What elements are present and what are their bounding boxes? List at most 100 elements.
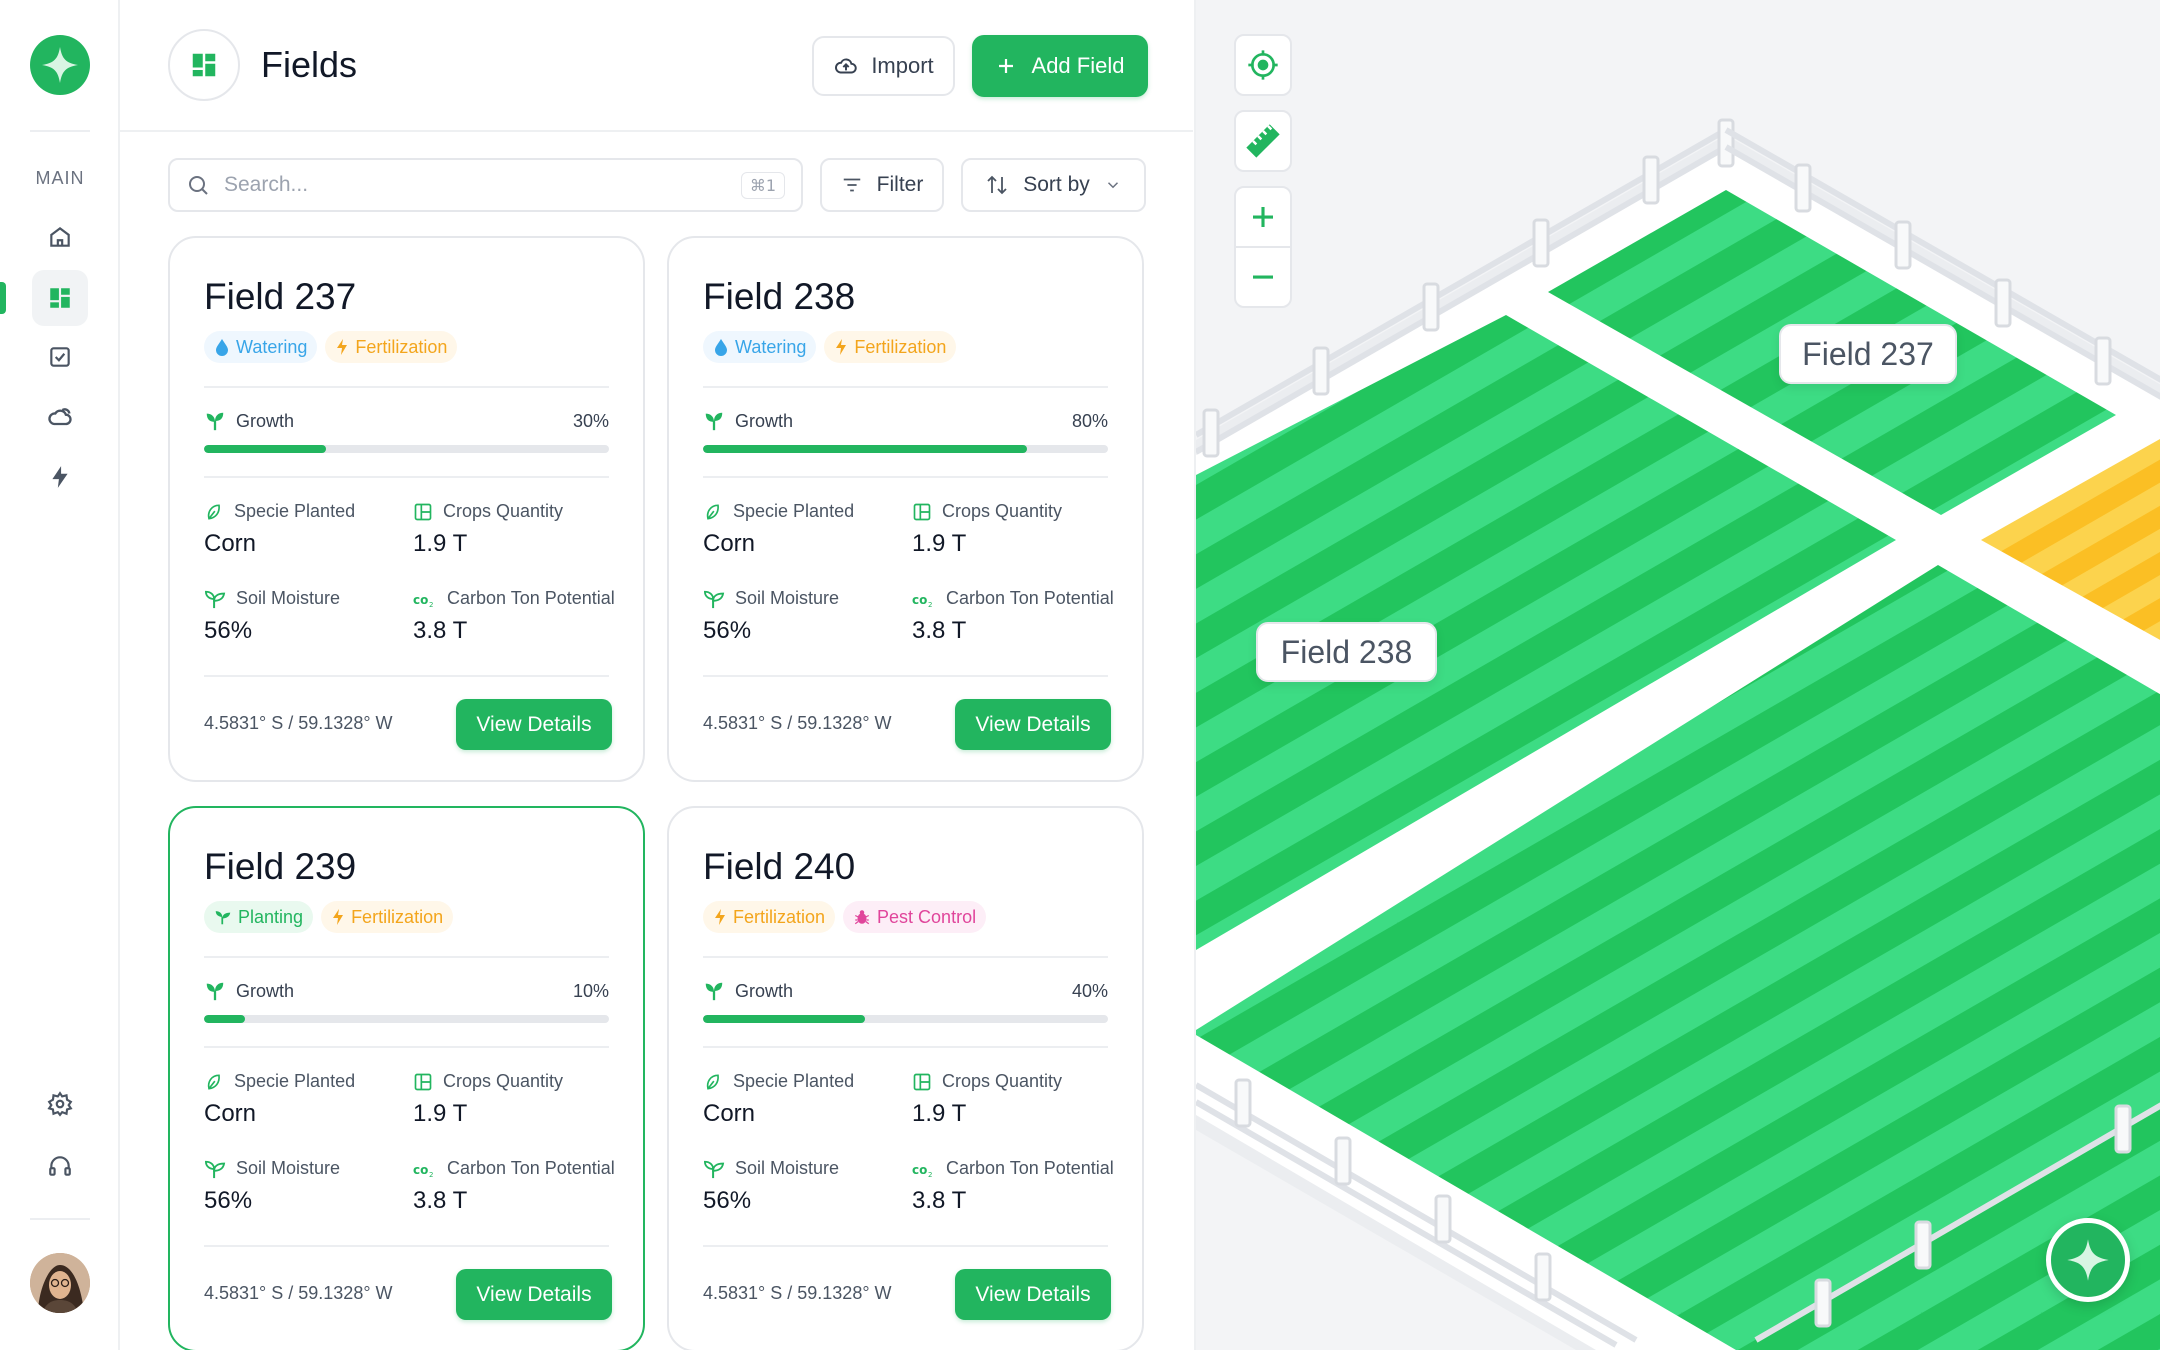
tag-label: Planting bbox=[238, 906, 304, 927]
growth-row: Growth 30% bbox=[204, 410, 609, 432]
co2-icon: co 2 bbox=[912, 1163, 932, 1179]
carbon-value: 3.8 T bbox=[912, 617, 967, 644]
tag-fertilization: Fertilization bbox=[703, 901, 836, 933]
seedling-icon bbox=[204, 590, 226, 608]
filter-icon bbox=[843, 178, 860, 192]
avatar-image bbox=[30, 1253, 90, 1313]
field-card-title: Field 240 bbox=[703, 846, 856, 887]
assistant-button[interactable] bbox=[2046, 1218, 2130, 1302]
sidebar-item-settings[interactable] bbox=[32, 1076, 88, 1132]
moisture-value: 56% bbox=[204, 1187, 253, 1214]
sparkle-logo-icon bbox=[42, 47, 78, 83]
view-details-button[interactable]: View Details bbox=[456, 1269, 612, 1320]
growth-progress-bar bbox=[703, 1015, 1108, 1023]
svg-text:2: 2 bbox=[928, 601, 932, 609]
seedling-icon bbox=[215, 911, 231, 925]
specie-label: Specie Planted bbox=[234, 1071, 356, 1091]
svg-text:co: co bbox=[912, 1163, 927, 1177]
specie-stat: Specie Planted Corn bbox=[204, 1071, 355, 1128]
map-label-field-237[interactable]: Field 237 bbox=[1779, 324, 1957, 384]
growth-label: Growth bbox=[735, 410, 794, 431]
weather-icon bbox=[48, 408, 72, 426]
carbon-stat: co 2 Carbon Ton Potential 3.8 T bbox=[413, 1158, 615, 1215]
add-field-button-label: Add Field bbox=[1031, 53, 1125, 78]
field-map[interactable]: Field 237 Field 238 bbox=[1194, 0, 2160, 1350]
sidebar-item-weather[interactable] bbox=[32, 389, 88, 445]
water-drop-icon bbox=[715, 339, 727, 356]
growth-label: Growth bbox=[236, 410, 295, 431]
specie-value: Corn bbox=[204, 1100, 257, 1127]
filter-button-label: Filter bbox=[876, 173, 924, 196]
card-divider bbox=[204, 1046, 609, 1048]
sidebar-item-tasks[interactable] bbox=[32, 329, 88, 385]
sidebar-item-energy[interactable] bbox=[32, 449, 88, 505]
sort-icon bbox=[987, 175, 1007, 195]
sidebar-item-support[interactable] bbox=[32, 1138, 88, 1194]
growth-label: Growth bbox=[735, 980, 794, 1001]
field-card-field-240[interactable]: Field 240 Fertilization Pest Control Grow… bbox=[667, 806, 1144, 1350]
chevron-down-icon bbox=[1107, 182, 1118, 189]
crops-stat: Crops Quantity 1.9 T bbox=[912, 1071, 1062, 1128]
carbon-stat: co 2 Carbon Ton Potential 3.8 T bbox=[912, 1158, 1114, 1215]
import-button[interactable]: Import bbox=[812, 36, 955, 96]
bug-icon bbox=[854, 910, 870, 925]
sidebar-divider bbox=[30, 1218, 90, 1220]
zoom-in-icon bbox=[1253, 207, 1273, 227]
co2-icon: co 2 bbox=[413, 1163, 433, 1179]
tag-label: Fertilization bbox=[355, 336, 448, 357]
bolt-icon bbox=[337, 339, 348, 355]
svg-text:2: 2 bbox=[429, 1171, 433, 1179]
leaf-icon bbox=[706, 1073, 719, 1090]
view-details-button[interactable]: View Details bbox=[456, 699, 612, 750]
growth-progress-bar bbox=[703, 445, 1108, 453]
tag-planting: Planting bbox=[204, 901, 314, 933]
growth-row: Growth 40% bbox=[703, 980, 1108, 1002]
tag-label: Watering bbox=[236, 336, 308, 357]
field-card-field-239[interactable]: Field 239 Planting Fertilization Growth 1… bbox=[168, 806, 645, 1350]
sort-dropdown[interactable]: Sort by bbox=[961, 158, 1146, 212]
field-card-field-238[interactable]: Field 238 Watering Fertilization Growth 8… bbox=[667, 236, 1144, 782]
sprout-icon bbox=[705, 982, 723, 1001]
carbon-value: 3.8 T bbox=[413, 617, 468, 644]
ruler-control[interactable] bbox=[1234, 110, 1292, 172]
field-coordinates: 4.5831° S / 59.1328° W bbox=[703, 713, 892, 733]
map-label-field-238[interactable]: Field 238 bbox=[1256, 622, 1437, 682]
search-input[interactable]: Search... ⌘1 bbox=[168, 158, 803, 212]
specie-label: Specie Planted bbox=[733, 501, 855, 521]
crops-label: Crops Quantity bbox=[942, 1071, 1063, 1091]
carbon-stat: co 2 Carbon Ton Potential 3.8 T bbox=[912, 588, 1114, 645]
moisture-stat: Soil Moisture 56% bbox=[703, 588, 839, 645]
carbon-value: 3.8 T bbox=[912, 1187, 967, 1214]
locate-control[interactable] bbox=[1234, 34, 1292, 96]
field-card-field-237[interactable]: Field 237 Watering Fertilization Growth 3… bbox=[168, 236, 645, 782]
add-field-button[interactable]: Add Field bbox=[972, 35, 1148, 97]
crops-label: Crops Quantity bbox=[942, 501, 1063, 521]
field-coordinates: 4.5831° S / 59.1328° W bbox=[204, 713, 393, 733]
active-indicator bbox=[0, 282, 6, 314]
sidebar-item-fields[interactable] bbox=[32, 270, 88, 326]
view-details-button[interactable]: View Details bbox=[955, 699, 1111, 750]
app-logo[interactable] bbox=[30, 35, 90, 95]
field-card-tags: Fertilization Pest Control bbox=[703, 901, 987, 933]
view-details-button[interactable]: View Details bbox=[955, 1269, 1111, 1320]
growth-percent: 30% bbox=[572, 410, 609, 431]
seedling-icon bbox=[703, 590, 725, 608]
growth-percent: 10% bbox=[572, 980, 609, 1001]
crops-stat: Crops Quantity 1.9 T bbox=[413, 1071, 563, 1128]
filter-button[interactable]: Filter bbox=[820, 158, 944, 212]
dashboard-icon bbox=[50, 288, 70, 308]
card-divider bbox=[204, 956, 609, 958]
zoom-in-button[interactable] bbox=[1234, 188, 1292, 246]
zoom-out-button[interactable] bbox=[1234, 248, 1292, 306]
user-avatar[interactable] bbox=[30, 1253, 90, 1313]
dashboard-icon bbox=[192, 53, 216, 77]
bolt-icon bbox=[333, 909, 344, 925]
sidebar-item-home[interactable] bbox=[32, 209, 88, 265]
sidebar: MAIN bbox=[0, 0, 120, 1350]
ruler-icon bbox=[1246, 124, 1280, 158]
svg-text:co: co bbox=[912, 593, 927, 607]
search-placeholder: Search... bbox=[224, 173, 309, 196]
settings-icon bbox=[47, 1091, 73, 1117]
tag-label: Watering bbox=[735, 336, 807, 357]
plus-icon bbox=[998, 59, 1013, 73]
